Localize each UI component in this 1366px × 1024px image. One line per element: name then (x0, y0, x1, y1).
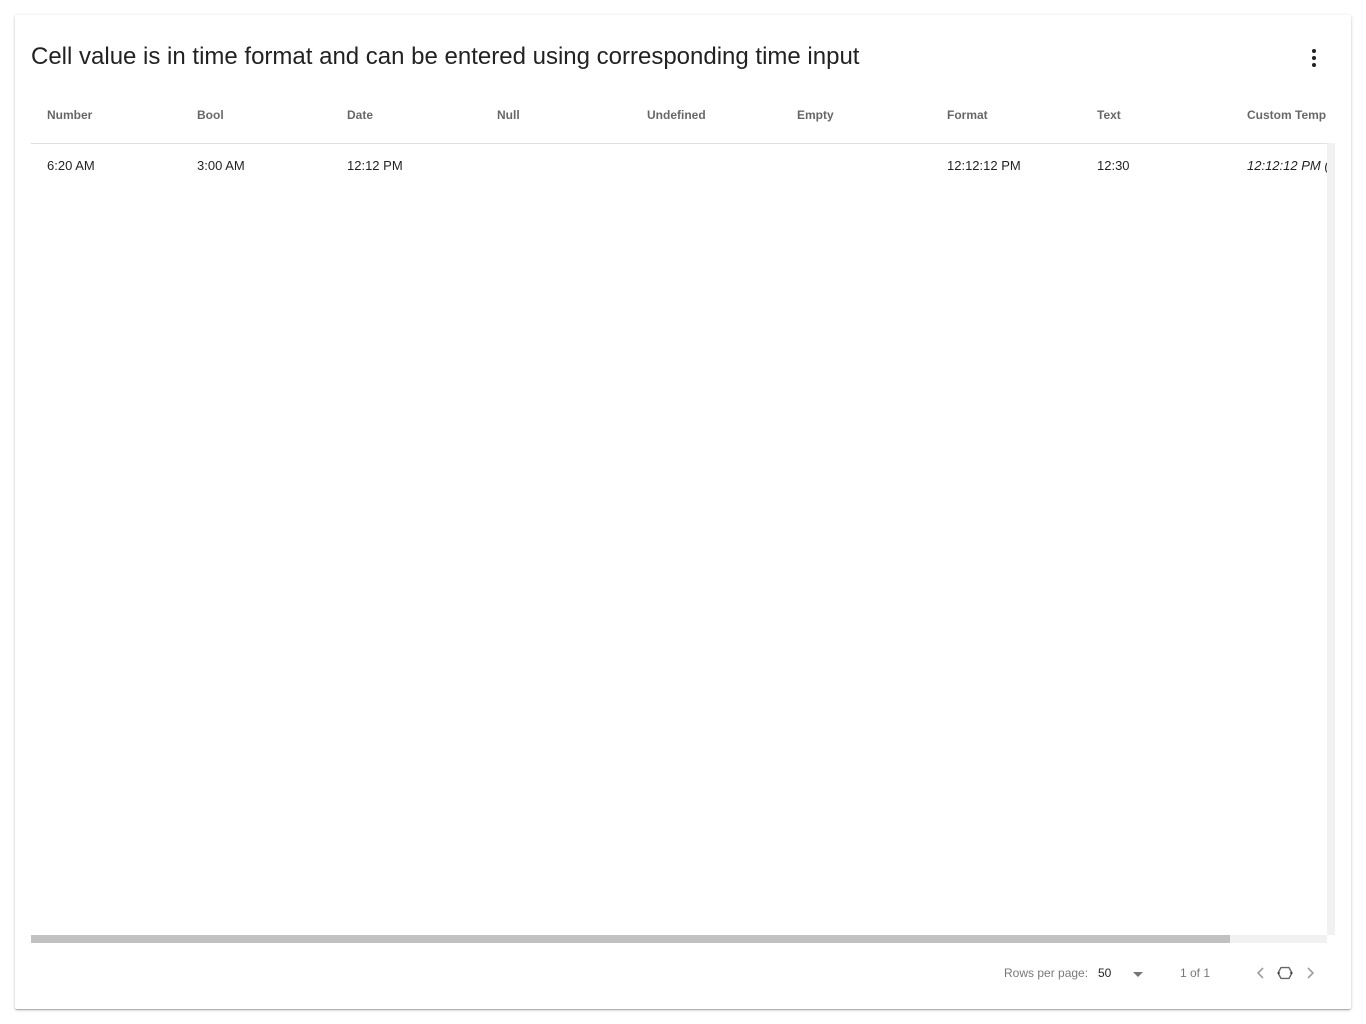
table-title: Cell value is in time format and can be … (31, 43, 860, 70)
rows-per-page-label: Rows per page: (1004, 966, 1089, 980)
cell-text[interactable]: 12:30 (1097, 144, 1130, 188)
chevron-right-icon (1307, 967, 1315, 979)
column-header-custom-template[interactable]: Custom Template (1247, 99, 1327, 143)
table-pagination-footer: Rows per page: 50 1 of 1 (15, 955, 1351, 991)
column-header-null[interactable]: Null (497, 99, 520, 143)
cell-format[interactable]: 12:12:12 PM (947, 144, 1021, 188)
column-header-text[interactable]: Text (1097, 99, 1121, 143)
cell-custom-template[interactable]: 12:12:12 PM (custom) (1247, 144, 1327, 188)
next-page-button[interactable] (1298, 961, 1322, 985)
column-header-format[interactable]: Format (947, 99, 988, 143)
previous-page-button[interactable] (1249, 961, 1273, 985)
cell-number[interactable]: 6:20 AM (47, 144, 95, 188)
reset-button[interactable] (1273, 961, 1297, 985)
column-header-undefined[interactable]: Undefined (647, 99, 706, 143)
column-header-number[interactable]: Number (47, 99, 92, 143)
rows-per-page-value: 50 (1098, 966, 1112, 980)
refresh-icon (1277, 966, 1293, 980)
vertical-scrollbar[interactable] (1327, 143, 1335, 935)
dropdown-arrow-icon (1133, 972, 1143, 977)
data-table-card: Cell value is in time format and can be … (15, 15, 1351, 1009)
chevron-left-icon (1256, 967, 1264, 979)
column-header-date[interactable]: Date (347, 99, 373, 143)
column-header-empty[interactable]: Empty (797, 99, 834, 143)
more-vert-icon (1312, 49, 1316, 67)
column-header-bool[interactable]: Bool (197, 99, 224, 143)
rows-per-page-select[interactable]: 50 (1098, 959, 1148, 987)
table-row[interactable]: 6:20 AM 3:00 AM 12:12 PM 12:12:12 PM 12:… (31, 144, 1327, 188)
cell-date[interactable]: 12:12 PM (347, 144, 403, 188)
horizontal-scrollbar-thumb[interactable] (31, 935, 1230, 943)
table-header-row: Number Bool Date Null Undefined Empty Fo… (31, 99, 1327, 144)
more-options-button[interactable] (1298, 42, 1330, 74)
table-container: Number Bool Date Null Undefined Empty Fo… (31, 99, 1327, 943)
cell-bool[interactable]: 3:00 AM (197, 144, 245, 188)
pagination-range: 1 of 1 (1180, 966, 1211, 980)
